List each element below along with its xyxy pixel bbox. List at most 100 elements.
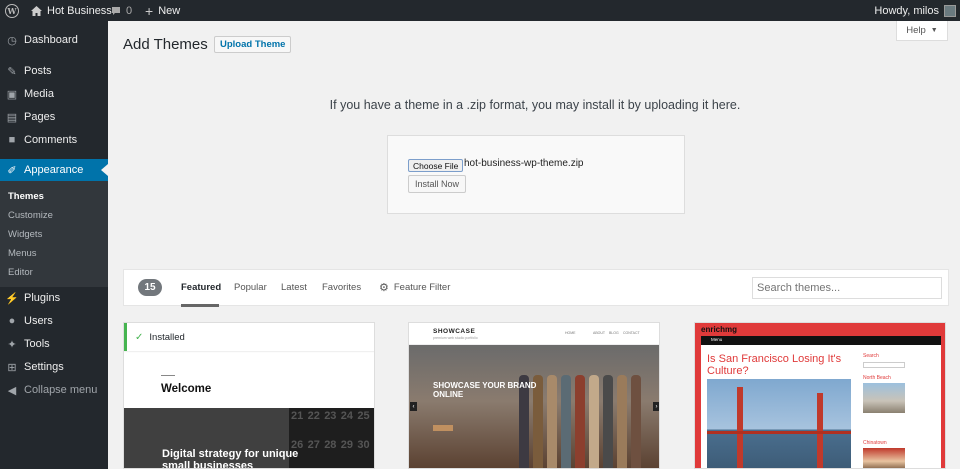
- sidebar-item-settings[interactable]: ⊞ Settings: [0, 356, 108, 378]
- clothing-shape: [575, 375, 585, 468]
- upload-form: Choose File hot-business-wp-theme.zip In…: [387, 135, 685, 214]
- new-content-link[interactable]: + New: [145, 0, 180, 21]
- admin-sidebar: ◷ Dashboard ✎ Posts ▣ Media ▤ Pages ■ Co…: [0, 21, 108, 469]
- bridge-tower: [737, 387, 743, 468]
- site-name-link[interactable]: Hot Business: [31, 0, 112, 21]
- admin-bar: W Hot Business 0 + New Howdy, milos: [0, 0, 960, 21]
- sidebar-item-label: Dashboard: [24, 34, 78, 46]
- sidebar-item-dashboard[interactable]: ◷ Dashboard: [0, 29, 108, 51]
- theme-preview-hero-title: SHOWCASE YOUR BRAND ONLINE: [433, 381, 537, 399]
- tab-latest[interactable]: Latest: [281, 282, 307, 293]
- submenu-item-editor[interactable]: Editor: [8, 267, 33, 278]
- sidebar-item-comments[interactable]: ■ Comments: [0, 129, 108, 151]
- howdy-label: Howdy, milos: [874, 4, 939, 17]
- selected-filename: hot-business-wp-theme.zip: [464, 158, 584, 169]
- sidebar-item-label: Settings: [24, 361, 64, 373]
- tab-featured[interactable]: Featured: [181, 282, 221, 293]
- dashboard-icon: ◷: [7, 34, 17, 47]
- pin-icon: ✎: [7, 65, 17, 78]
- preview-sidebar-search-label: Search: [863, 353, 879, 359]
- installed-notice: ✓ Installed: [124, 323, 374, 351]
- brush-icon: ✐: [7, 164, 17, 177]
- comment-icon: ■: [8, 134, 16, 146]
- preview-menu-label: Menu: [711, 337, 723, 342]
- preview-sidebar-image: [863, 383, 905, 413]
- preview-sidebar-image: [863, 448, 905, 468]
- calendar-number: 29: [340, 439, 354, 451]
- submenu-item-menus[interactable]: Menus: [8, 248, 37, 259]
- appearance-submenu: Themes Customize Widgets Menus Editor: [0, 181, 108, 287]
- preview-nav-item: CONTACT: [623, 331, 640, 335]
- theme-preview-logo: enrichmg: [701, 325, 738, 334]
- install-now-button[interactable]: Install Now: [408, 175, 467, 193]
- sidebar-item-label: Collapse menu: [24, 384, 98, 396]
- upload-instructions: If you have a theme in a .zip format, yo…: [329, 98, 741, 112]
- collapse-icon: ◀: [7, 384, 17, 397]
- submenu-item-customize[interactable]: Customize: [8, 210, 53, 221]
- theme-card-enrichmg[interactable]: enrichmg Menu Is San Francisco Losing It…: [694, 322, 946, 469]
- clothing-shape: [561, 375, 571, 468]
- checkmark-icon: ✓: [135, 331, 144, 343]
- bridge-deck: [707, 431, 851, 434]
- clothing-shape: [631, 375, 641, 468]
- new-label: New: [158, 4, 181, 17]
- clothing-shape: [603, 375, 613, 468]
- theme-preview-hero-image: SHOWCASE YOUR BRAND ONLINE ‹ ›: [409, 345, 659, 468]
- current-menu-arrow: [101, 164, 108, 176]
- preview-nav-item: ABOUT: [593, 331, 606, 335]
- theme-preview-header: SHOWCASE premium web studio portfolio HO…: [409, 323, 659, 345]
- settings-icon: ⊞: [7, 361, 17, 374]
- theme-card-hot-business[interactable]: ✓ Installed Welcome 21 22 23 24 25 26 27…: [123, 322, 375, 469]
- wordpress-logo-icon[interactable]: W: [5, 0, 21, 21]
- sidebar-item-tools[interactable]: ✦ Tools: [0, 333, 108, 355]
- preview-sidebar-heading: Chinatown: [863, 440, 887, 446]
- theme-preview-frame: enrichmg Menu Is San Francisco Losing It…: [695, 323, 945, 468]
- preview-sidebar-search-input: [863, 362, 905, 368]
- bridge-image: [707, 379, 851, 468]
- theme-count-badge: 15: [138, 279, 162, 296]
- tab-popular[interactable]: Popular: [234, 282, 267, 293]
- theme-card-showcase[interactable]: SHOWCASE premium web studio portfolio HO…: [408, 322, 660, 469]
- plus-icon: +: [145, 2, 154, 19]
- help-tab-button[interactable]: Help ▼: [896, 21, 948, 41]
- theme-filter-bar: 15 Featured Popular Latest Favorites ⚙ F…: [123, 269, 949, 307]
- calendar-number: 27: [307, 439, 320, 451]
- user-account-menu[interactable]: Howdy, milos: [874, 0, 956, 21]
- clothing-shape: [617, 375, 627, 468]
- sidebar-item-appearance[interactable]: ✐ Appearance: [0, 159, 108, 181]
- choose-file-button[interactable]: Choose File: [408, 159, 464, 172]
- submenu-item-widgets[interactable]: Widgets: [8, 229, 42, 240]
- user-icon: ●: [8, 315, 16, 327]
- upload-theme-button[interactable]: Upload Theme: [214, 36, 292, 53]
- sidebar-item-label: Comments: [24, 134, 78, 146]
- avatar: [944, 4, 956, 17]
- calendar-number: 24: [340, 410, 354, 422]
- search-themes-input[interactable]: [752, 277, 942, 299]
- tab-favorites[interactable]: Favorites: [322, 282, 361, 293]
- sidebar-item-plugins[interactable]: ⚡ Plugins: [0, 287, 108, 309]
- preview-nav-item: BLOG: [609, 331, 619, 335]
- sidebar-item-label: Tools: [24, 338, 50, 350]
- calendar-number: 30: [357, 439, 370, 451]
- comments-link[interactable]: 0: [111, 0, 132, 21]
- sidebar-item-users[interactable]: ● Users: [0, 310, 108, 332]
- chevron-left-icon: ‹: [410, 402, 417, 411]
- feature-filter-button[interactable]: ⚙ Feature Filter: [379, 281, 450, 294]
- wrench-icon: ✦: [7, 338, 17, 351]
- preview-cta-button: [433, 425, 453, 431]
- comment-count: 0: [126, 4, 133, 17]
- theme-preview-nav: Menu: [701, 336, 941, 345]
- site-name-label: Hot Business: [47, 4, 112, 17]
- sidebar-item-posts[interactable]: ✎ Posts: [0, 60, 108, 82]
- calendar-number: 22: [307, 410, 320, 422]
- theme-preview-tagline: premium web studio portfolio: [433, 336, 478, 340]
- preview-sidebar-heading: North Beach: [863, 375, 891, 381]
- clothing-shape: [589, 375, 599, 468]
- plug-icon: ⚡: [5, 292, 19, 305]
- submenu-item-themes[interactable]: Themes: [8, 191, 44, 202]
- sidebar-item-label: Plugins: [24, 292, 61, 304]
- calendar-number: 28: [324, 439, 337, 451]
- collapse-menu-button[interactable]: ◀ Collapse menu: [0, 379, 108, 401]
- comment-bubble-icon: [112, 6, 120, 15]
- preview-nav-item: HOME: [565, 331, 576, 335]
